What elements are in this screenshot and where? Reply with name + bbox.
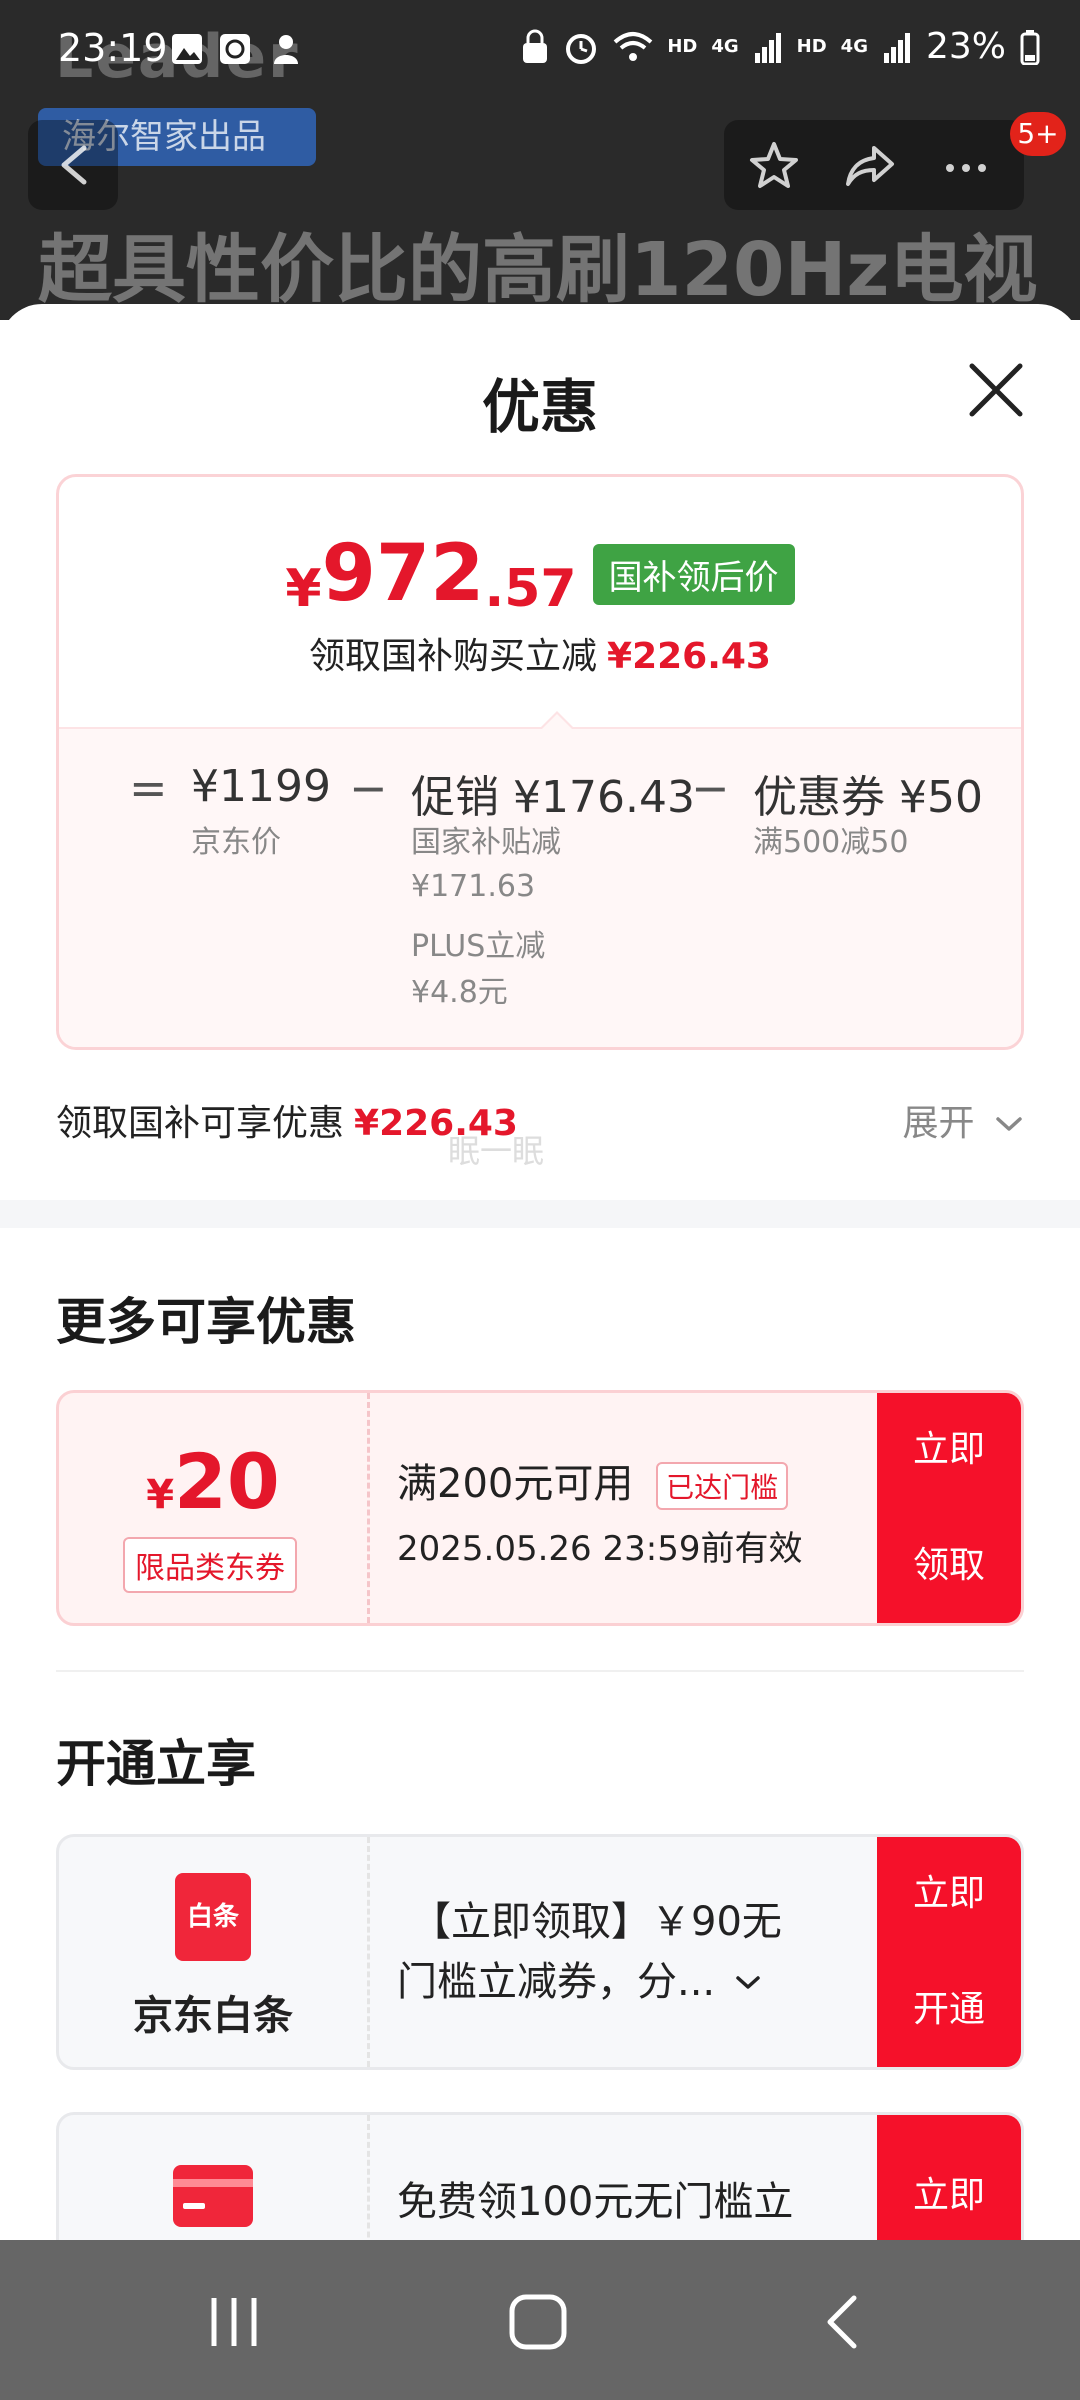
system-nav-bar [0, 2240, 1080, 2400]
battery-icon [1020, 29, 1040, 65]
baitiao-icon: 白条 [175, 1873, 251, 1961]
coupon-amount: 20 [174, 1437, 280, 1526]
card-offer-button[interactable]: 立即 [877, 2115, 1021, 2240]
coupon-amount-area: ¥20 限品类东券 [59, 1393, 370, 1623]
hd-label-1: HD [667, 36, 698, 57]
coupon-label: 满500减50 [753, 825, 909, 860]
promo-line-plus-amount: ¥4.8元 [411, 975, 508, 1010]
threshold-reached-badge: 已达门槛 [656, 1462, 789, 1510]
network-label-1: 4G [711, 36, 739, 57]
price-breakdown: = ¥1199 京东价 − 促销 ¥176.43 国家补贴减 ¥171.63 P… [59, 711, 1021, 1047]
star-icon[interactable] [746, 138, 802, 194]
coupon-card-20: ¥20 限品类东券 满200元可用 已达门槛 2025.05.26 23:59前… [56, 1390, 1024, 1626]
baitiao-desc-1: 【立即领取】￥90无 [411, 1899, 782, 1945]
expand-label: 展开 [902, 1103, 975, 1144]
close-icon[interactable] [966, 360, 1026, 420]
coupon-info: 满200元可用 已达门槛 2025.05.26 23:59前有效 [397, 1393, 817, 1623]
card-offer-btn-line-1: 立即 [912, 2175, 985, 2216]
signal-icon [754, 32, 781, 63]
recent-apps-icon[interactable] [206, 2294, 262, 2350]
baitiao-info[interactable]: 【立即领取】￥90无 门槛立减券，分... [397, 1837, 817, 2067]
price-subtitle-text: 领取国补购买立减 [309, 636, 598, 677]
card-offer-info[interactable]: 免费领100元无门槛立 [397, 2115, 817, 2240]
price-subtitle: 领取国补购买立减 ¥226.43 [59, 627, 1021, 679]
vpn-lock-icon [523, 29, 548, 63]
watermark-text: 眠一眠 [448, 1132, 545, 1170]
promo-line-gov: 国家补贴减 [411, 825, 561, 860]
chevron-left-icon [61, 145, 87, 185]
thin-divider [56, 1670, 1024, 1672]
sheet-title: 优惠 [481, 373, 598, 441]
final-price: ¥972.57 国补领后价 [59, 529, 1021, 619]
back-button[interactable] [28, 120, 118, 210]
open-offers-title: 开通立享 [56, 1735, 256, 1793]
baitiao-brand: 白条 京东白条 [59, 1837, 370, 2067]
section-divider [0, 1200, 1080, 1228]
minus-sign-1: − [349, 761, 388, 815]
home-icon[interactable] [508, 2294, 568, 2350]
status-right: HD 4G HD 4G 23% [521, 26, 1040, 67]
card-offer-2: 免费领100元无门槛立 立即 [56, 2112, 1024, 2240]
price-integer: 972 [321, 529, 485, 619]
network-label-2: 4G [840, 36, 868, 57]
equals-sign: = [129, 761, 168, 815]
hd-label-2: HD [796, 36, 827, 57]
expand-button[interactable]: 展开 [903, 1094, 1024, 1146]
chevron-down-icon [736, 1976, 760, 1989]
open-line-1: 立即 [912, 1873, 985, 1914]
coupon-type: 限品类东券 [123, 1537, 297, 1593]
wifi-icon [614, 31, 653, 61]
price-subtitle-amount: ¥226.43 [607, 636, 771, 677]
minus-sign-2: − [691, 761, 730, 815]
coupon-yen: ¥ [146, 1472, 175, 1518]
product-headline: 超具性价比的高刷120Hz电视 [38, 227, 1038, 313]
price-yen: ¥ [285, 559, 322, 619]
coupon-condition: 满200元可用 [397, 1461, 634, 1507]
coupon-validity: 2025.05.26 23:59前有效 [397, 1529, 803, 1569]
message-badge: 5+ [1010, 112, 1066, 156]
share-icon[interactable] [842, 138, 898, 194]
claim-coupon-button[interactable]: 立即 领取 [877, 1393, 1021, 1623]
card-offer-desc-1: 免费领100元无门槛立 [397, 2179, 794, 2225]
gov-subsidy-badge: 国补领后价 [592, 544, 795, 605]
claim-line-1: 立即 [912, 1429, 985, 1470]
baby-icon [279, 35, 293, 49]
coupon-value: 优惠券 ¥50 [753, 772, 983, 823]
price-decimal: .57 [484, 559, 577, 619]
jd-price: ¥1199 [191, 761, 331, 812]
promo-line-gov-amount: ¥171.63 [411, 869, 536, 904]
promo-line-plus: PLUS立减 [411, 929, 546, 964]
open-line-2: 开通 [912, 1989, 985, 2030]
more-icon[interactable] [938, 138, 994, 194]
price-card: ¥972.57 国补领后价 领取国补购买立减 ¥226.43 = ¥1199 京东价… [56, 474, 1024, 1050]
claim-line-2: 领取 [912, 1545, 985, 1586]
top-actions [724, 120, 1024, 210]
baitiao-desc-2: 门槛立减券，分... [397, 1959, 716, 2005]
open-baitiao-button[interactable]: 立即 开通 [877, 1837, 1021, 2067]
more-offers-title: 更多可享优惠 [56, 1293, 356, 1351]
notification-icons [170, 30, 320, 74]
promo-value: 促销 ¥176.43 [411, 772, 695, 823]
credit-card-icon [173, 2165, 253, 2227]
signal-icon-2 [883, 32, 910, 63]
back-nav-icon[interactable] [822, 2294, 862, 2350]
status-bar: 23:19 HD 4G HD 4G 23% [0, 0, 1080, 100]
alarm-icon [566, 33, 597, 64]
summary-text: 领取国补可享优惠 [56, 1103, 345, 1144]
battery-percent: 23% [925, 26, 1006, 67]
discount-sheet: 优惠 ¥972.57 国补领后价 领取国补购买立减 ¥226.43 = ¥1199 … [0, 304, 1080, 2240]
app-icon [220, 34, 250, 64]
card-offer-brand [59, 2115, 370, 2240]
status-time: 23:19 [58, 26, 168, 70]
baitiao-name: 京东白条 [133, 1993, 293, 2039]
chevron-down-icon [996, 1117, 1022, 1131]
jd-price-label: 京东价 [191, 825, 281, 860]
baitiao-card: 白条 京东白条 【立即领取】￥90无 门槛立减券，分... 立即开通 [56, 1834, 1024, 2070]
